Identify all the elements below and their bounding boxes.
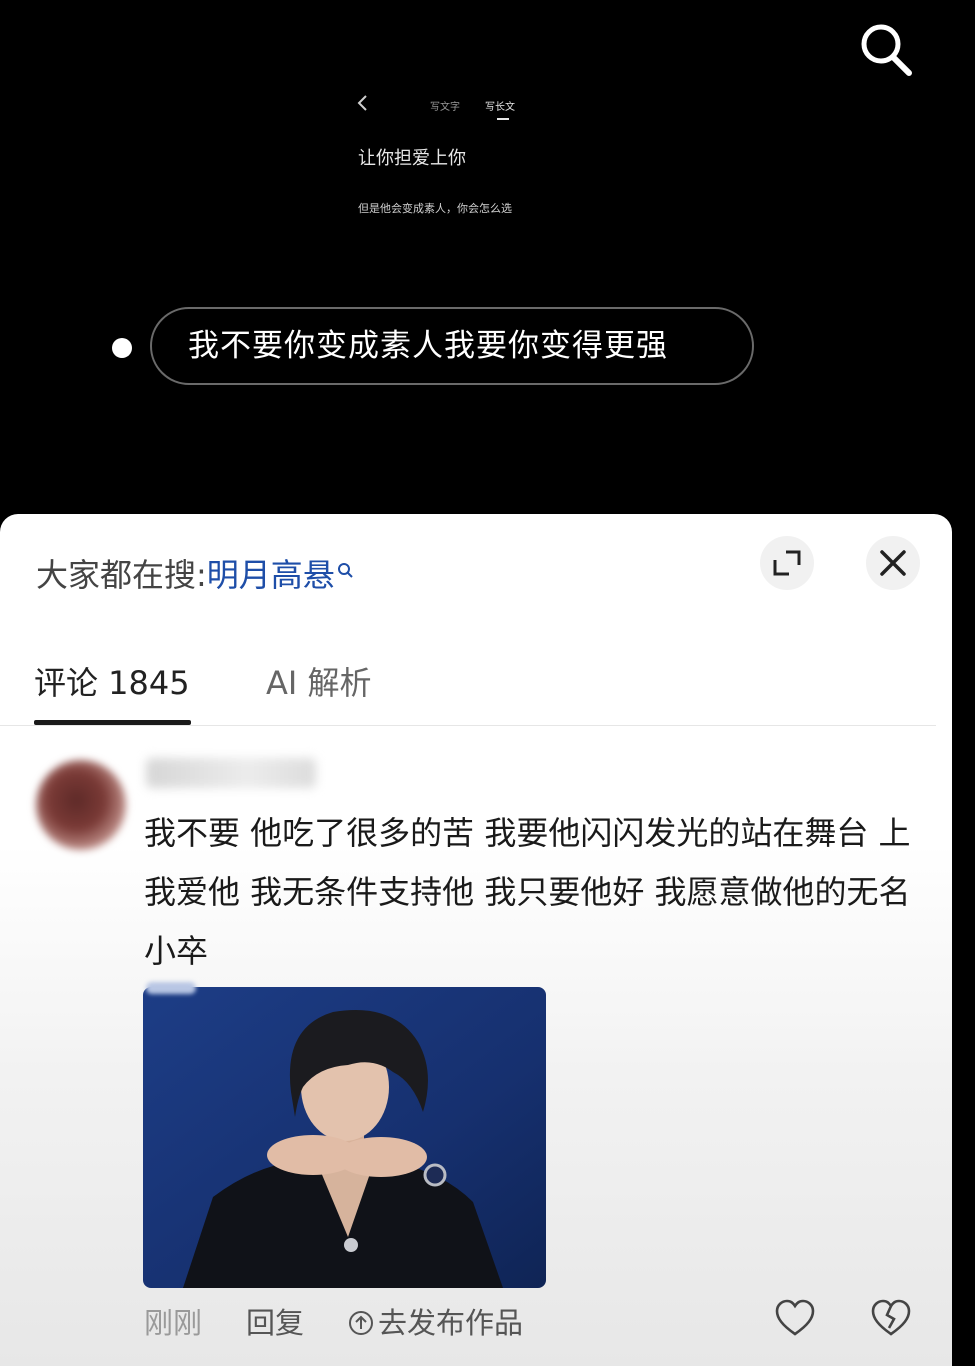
username-blurred[interactable] (146, 758, 316, 788)
tab-ai-analysis[interactable]: AI 解析 (266, 658, 372, 704)
tab-divider (0, 725, 936, 726)
search-icon (337, 552, 353, 578)
back-icon (357, 95, 367, 111)
post-title: 让你担爱上你 (358, 148, 466, 169)
publish-work-button[interactable]: 去发布作品 (348, 1300, 523, 1342)
reply-button[interactable]: 回复 (246, 1300, 304, 1342)
avatar[interactable] (36, 760, 126, 850)
image-label-blurred (146, 982, 196, 994)
tab-write-text: 写文字 (430, 102, 460, 113)
tab-indicator (497, 118, 509, 120)
like-button[interactable] (774, 1298, 816, 1338)
publish-label: 去发布作品 (378, 1306, 524, 1340)
tab-comments[interactable]: 评论 1845 (34, 658, 190, 704)
embedded-screenshot: 写文字 写长文 让你担爱上你 但是他会变成素人，你会怎么选 (340, 88, 580, 228)
trending-keyword[interactable]: 明月高悬 (207, 556, 335, 594)
expand-icon (773, 550, 801, 576)
comment-sheet: 大家都在搜:明月高悬 评论 1845 AI 解析 我不要 他吃了很多的苦 我要他… (0, 514, 952, 1366)
trending-search[interactable]: 大家都在搜:明月高悬 (36, 550, 353, 596)
heart-icon (775, 1299, 815, 1336)
comment-timestamp: 刚刚 (144, 1306, 203, 1340)
close-icon (880, 550, 906, 576)
search-button[interactable] (856, 20, 916, 80)
comment-image[interactable] (143, 987, 546, 1288)
tab-write-long: 写长文 (485, 102, 515, 113)
option-bullet (112, 338, 132, 358)
comment-text: 我不要 他吃了很多的苦 我要他闪闪发光的站在舞台 上 我爱他 我无条件支持他 我… (144, 814, 911, 970)
answer-option[interactable]: 我不要你变成素人我要你变得更强 (150, 307, 754, 385)
post-subtitle: 但是他会变成素人，你会怎么选 (358, 202, 512, 215)
dislike-button[interactable] (870, 1298, 912, 1338)
trending-prefix: 大家都在搜: (36, 556, 207, 594)
search-icon (861, 24, 912, 76)
expand-button[interactable] (760, 536, 814, 590)
broken-heart-icon (871, 1299, 911, 1336)
close-button[interactable] (866, 536, 920, 590)
upload-icon (348, 1309, 374, 1335)
